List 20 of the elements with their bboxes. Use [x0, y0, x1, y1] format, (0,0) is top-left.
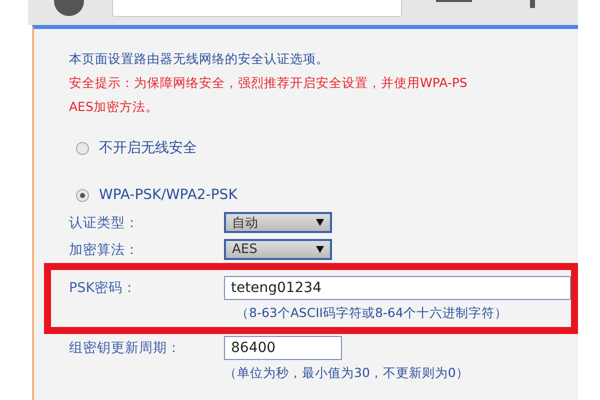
- hint-text: （单位为秒，最小值为30，不更新则为0）: [224, 364, 470, 382]
- radio-button[interactable]: [76, 188, 89, 202]
- security-warning: 安全提示：为保障网络安全，强烈推荐开启安全设置，并使用WPA-PS: [69, 74, 468, 92]
- field-label: 认证类型：: [69, 214, 140, 232]
- hint-text: （8-63个ASCII码字符或8-64个十六进制字符）: [236, 304, 508, 322]
- radio-label: 不开启无线安全: [99, 139, 197, 157]
- dropdown[interactable]: AES: [224, 239, 332, 260]
- radio-button[interactable]: [76, 142, 89, 154]
- field-label: PSK密码：: [69, 278, 138, 296]
- dropdown-arrow-icon: [316, 246, 324, 253]
- field-label: 组密钥更新周期：: [69, 338, 182, 356]
- address-field[interactable]: [112, 0, 402, 17]
- dropdown[interactable]: 自动: [224, 212, 332, 233]
- password-field[interactable]: teteng01234: [224, 276, 571, 300]
- radio-label: WPA-PSK/WPA2-PSK: [99, 187, 238, 203]
- security-warning: AES加密方法。: [69, 98, 160, 116]
- intro-text: 本页面设置路由器无线网络的安全认证选项。: [69, 50, 330, 68]
- input-field[interactable]: 86400: [224, 336, 342, 360]
- field-label: 加密算法：: [69, 240, 140, 258]
- dropdown-arrow-icon: [316, 219, 324, 226]
